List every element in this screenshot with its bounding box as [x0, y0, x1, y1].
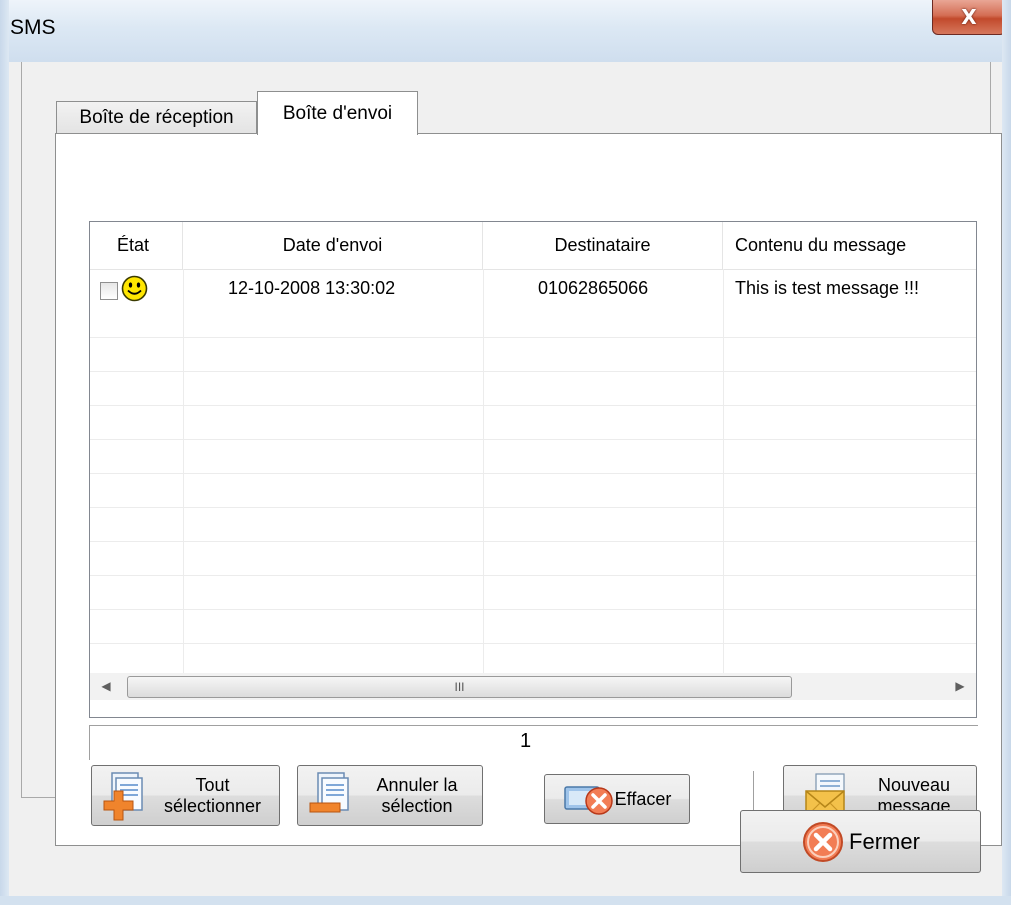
- row-line: [90, 541, 976, 542]
- sms-window: SMS X Boîte de réception Boîte d'envoi É…: [0, 0, 1011, 905]
- row-line: [90, 507, 976, 508]
- tab-outbox[interactable]: Boîte d'envoi: [257, 91, 418, 135]
- deselect-icon: [309, 771, 349, 812]
- row-line: [90, 371, 976, 372]
- delete-label: Effacer: [614, 788, 672, 809]
- outbox-message-list[interactable]: État Date d'envoi Destinataire Contenu d…: [89, 221, 977, 718]
- scrollbar-grip-icon: III: [454, 680, 465, 694]
- close-circle-icon: [803, 821, 844, 862]
- row-line: [90, 337, 976, 338]
- row-line: [90, 575, 976, 576]
- tab-inbox[interactable]: Boîte de réception: [56, 101, 257, 134]
- select-all-icon: [103, 771, 143, 820]
- client-area: Boîte de réception Boîte d'envoi État Da…: [9, 62, 1002, 896]
- column-divider: [183, 269, 184, 673]
- close-icon: X: [961, 5, 977, 29]
- select-all-label: Tout sélectionner: [163, 774, 262, 816]
- row-line: [90, 609, 976, 610]
- scroll-left-arrow-icon[interactable]: ◀: [98, 678, 114, 694]
- row-line: [90, 439, 976, 440]
- row-line: [90, 643, 976, 644]
- window-border-left: [0, 0, 9, 905]
- close-label: Fermer: [849, 829, 920, 854]
- row-checkbox[interactable]: [100, 282, 118, 300]
- window-close-button[interactable]: X: [932, 0, 1006, 35]
- column-divider: [723, 269, 724, 673]
- row-line: [90, 473, 976, 474]
- message-count: 1: [520, 730, 532, 752]
- close-button[interactable]: Fermer: [740, 810, 981, 873]
- delete-button[interactable]: Effacer: [544, 774, 690, 824]
- window-title: SMS: [10, 16, 56, 39]
- outbox-tab-page: État Date d'envoi Destinataire Contenu d…: [55, 133, 1002, 846]
- window-border-bottom: [0, 896, 1011, 905]
- horizontal-scrollbar[interactable]: ◀ III ▶: [90, 673, 976, 700]
- column-header-recipient[interactable]: Destinataire: [483, 222, 723, 269]
- scrollbar-thumb[interactable]: III: [127, 676, 792, 698]
- list-bottom-area: [90, 700, 976, 717]
- smiley-icon: [121, 275, 148, 302]
- cancel-selection-button[interactable]: Annuler la sélection: [297, 765, 483, 826]
- column-header-content[interactable]: Contenu du message: [723, 222, 976, 269]
- message-count-bar: 1: [89, 725, 978, 760]
- row-content: This is test message !!!: [735, 278, 920, 298]
- list-header: État Date d'envoi Destinataire Contenu d…: [90, 222, 976, 270]
- delete-icon: [563, 786, 613, 815]
- window-border-right: [1002, 0, 1011, 905]
- cancel-selection-label: Annuler la sélection: [376, 774, 458, 816]
- column-divider: [483, 269, 484, 673]
- column-header-date[interactable]: Date d'envoi: [183, 222, 483, 269]
- title-bar: SMS X: [0, 0, 1011, 62]
- row-date: 12-10-2008 13:30:02: [228, 278, 396, 298]
- scroll-right-arrow-icon[interactable]: ▶: [952, 678, 968, 694]
- row-recipient: 01062865066: [538, 278, 649, 298]
- select-all-button[interactable]: Tout sélectionner: [91, 765, 280, 826]
- column-header-status[interactable]: État: [90, 222, 183, 269]
- row-line: [90, 405, 976, 406]
